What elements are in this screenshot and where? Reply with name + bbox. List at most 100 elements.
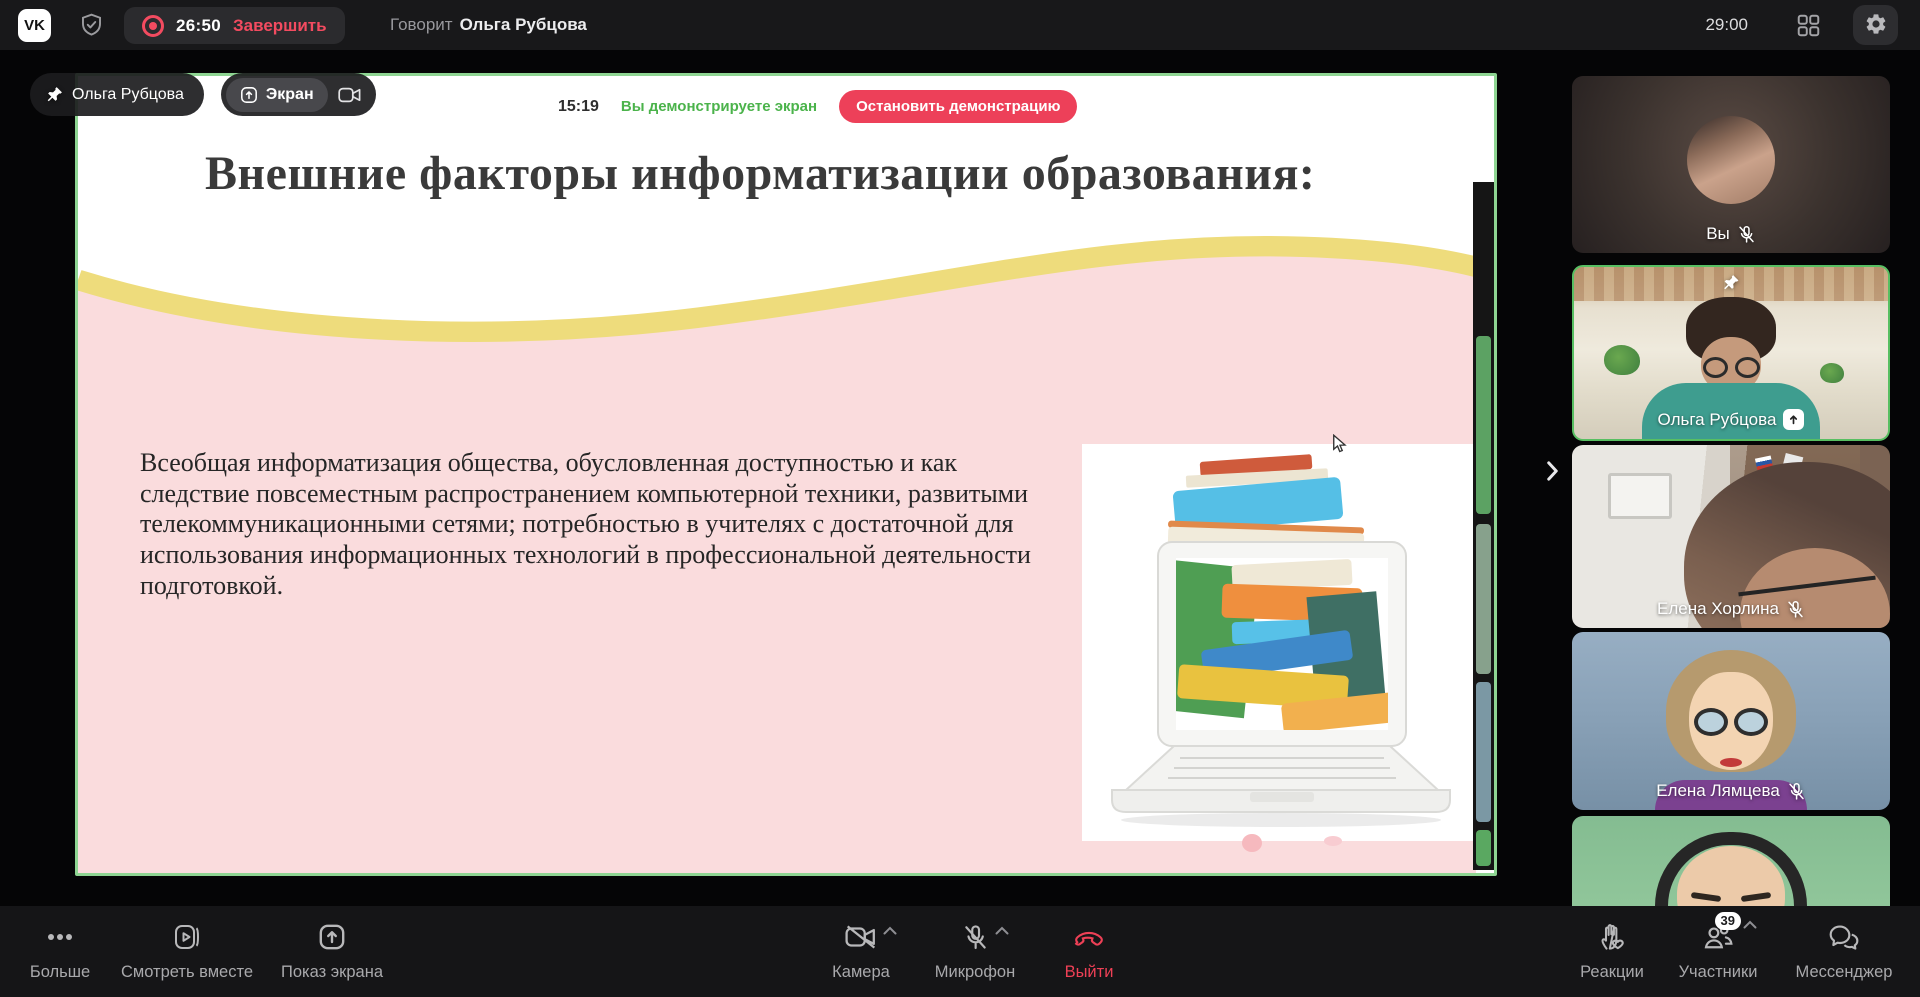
video-background xyxy=(1820,363,1844,383)
sharing-screen-badge-icon xyxy=(1783,409,1804,430)
participant-tile-lyamtseva[interactable]: Елена Лямцева xyxy=(1572,632,1890,810)
recording-timer: 26:50 xyxy=(176,16,221,36)
participants-sidebar: Вы Ольга Рубцова xyxy=(1572,76,1890,906)
video-background xyxy=(1608,473,1672,519)
camera-button[interactable]: Камера xyxy=(806,906,916,983)
chevron-right-icon xyxy=(1546,461,1559,486)
participant-video-figure xyxy=(1702,357,1760,375)
more-label: Больше xyxy=(30,963,90,982)
recording-pill: 26:50 Завершить xyxy=(124,7,345,44)
stage-overlay-pills: Ольга Рубцова Экран xyxy=(30,73,376,116)
screen-tab[interactable]: Экран xyxy=(226,78,328,112)
camera-label: Камера xyxy=(832,963,890,982)
participants-icon: 39 xyxy=(1703,921,1733,953)
settings-button[interactable] xyxy=(1853,5,1898,45)
shared-screen-sidebar-thumbnails xyxy=(1473,182,1494,870)
speaking-prefix: Говорит xyxy=(390,15,453,35)
call-toolbar: Больше Смотреть вместе Показ экрана xyxy=(0,906,1920,997)
participant-tile-partial[interactable] xyxy=(1572,816,1890,906)
participants-button[interactable]: 39 Участники xyxy=(1666,906,1770,983)
chevron-up-icon[interactable] xyxy=(995,923,1009,938)
mic-muted-icon xyxy=(1786,600,1805,619)
microphone-button[interactable]: Микрофон xyxy=(920,906,1030,983)
share-status-bar: 15:19 Вы демонстрируете экран Остановить… xyxy=(558,90,1077,123)
stop-sharing-button[interactable]: Остановить демонстрацию xyxy=(839,90,1077,123)
screen-tab-label: Экран xyxy=(266,86,314,104)
record-dot-icon xyxy=(142,15,164,37)
present-screen-icon xyxy=(318,921,346,953)
messenger-button[interactable]: Мессенджер xyxy=(1774,906,1914,983)
participant-tile-olga[interactable]: Ольга Рубцова xyxy=(1572,265,1890,441)
pin-icon xyxy=(46,86,63,103)
pin-icon xyxy=(1723,274,1740,291)
mic-muted-icon xyxy=(1737,225,1756,244)
participant-tile-horlina[interactable]: Елена Хорлина xyxy=(1572,445,1890,628)
presenter-pill-name: Ольга Рубцова xyxy=(72,86,184,104)
topbar: VK 26:50 Завершить Говорит Ольга Рубцова… xyxy=(0,0,1920,50)
participant-avatar-figure xyxy=(1720,758,1742,767)
reactions-button[interactable]: Реакции xyxy=(1562,906,1662,983)
participant-tile-you[interactable]: Вы xyxy=(1572,76,1890,253)
participant-avatar-figure xyxy=(1694,708,1768,736)
thumbnail xyxy=(1476,336,1491,514)
participants-count-badge: 39 xyxy=(1715,912,1741,930)
call-timer: 29:00 xyxy=(1705,0,1748,50)
reactions-label: Реакции xyxy=(1580,963,1644,982)
microphone-label: Микрофон xyxy=(935,963,1015,982)
finish-recording-button[interactable]: Завершить xyxy=(233,16,327,36)
slide-dot-decoration xyxy=(1242,834,1262,852)
mic-muted-icon xyxy=(1787,782,1806,801)
messenger-label: Мессенджер xyxy=(1796,963,1893,982)
screen-share-view: Внешние факторы информатизации образован… xyxy=(75,73,1497,876)
screen-share-icon xyxy=(240,86,258,104)
slide-dot-decoration xyxy=(1324,836,1342,846)
chevron-up-icon[interactable] xyxy=(1743,917,1757,932)
more-button[interactable]: Больше xyxy=(14,906,106,983)
vk-call-window: VK 26:50 Завершить Говорит Ольга Рубцова… xyxy=(0,0,1920,997)
speaking-name: Ольга Рубцова xyxy=(460,15,587,35)
share-status-text: Вы демонстрируете экран xyxy=(621,98,817,115)
stage: Внешние факторы информатизации образован… xyxy=(0,50,1920,906)
participants-label: Участники xyxy=(1679,963,1758,982)
participant-name: Вы xyxy=(1706,224,1730,244)
reactions-hand-icon xyxy=(1598,921,1626,953)
grid-view-icon[interactable] xyxy=(1797,14,1820,42)
slide-wave-decoration xyxy=(78,226,1476,356)
hangup-phone-icon xyxy=(1074,921,1104,953)
slide-body-text: Всеобщая информатизация общества, обусло… xyxy=(140,448,1045,601)
more-dots-icon xyxy=(47,921,73,953)
screen-source-pill[interactable]: Экран xyxy=(221,73,376,116)
mic-off-icon xyxy=(962,921,989,953)
presentation-slide: Внешние факторы информатизации образован… xyxy=(78,76,1494,873)
participant-name: Елена Лямцева xyxy=(1656,781,1780,801)
chevron-up-icon[interactable] xyxy=(883,923,897,938)
camera-source-icon[interactable] xyxy=(338,86,362,104)
present-screen-button[interactable]: Показ экрана xyxy=(268,906,396,983)
vk-logo-text: VK xyxy=(24,17,45,34)
vk-logo[interactable]: VK xyxy=(18,9,51,42)
leave-call-label: Выйти xyxy=(1065,963,1114,982)
thumbnail xyxy=(1476,682,1491,822)
settings-gear-icon xyxy=(1864,12,1888,39)
watch-together-button[interactable]: Смотреть вместе xyxy=(106,906,268,983)
slide-title: Внешние факторы информатизации образован… xyxy=(205,146,1475,201)
cursor-arrow-icon xyxy=(1332,434,1348,459)
leave-call-button[interactable]: Выйти xyxy=(1034,906,1144,983)
participant-name: Елена Хорлина xyxy=(1657,599,1779,619)
video-background xyxy=(1604,345,1640,375)
avatar xyxy=(1687,116,1775,204)
shield-check-icon[interactable] xyxy=(80,13,103,43)
collapse-sidebar-button[interactable] xyxy=(1537,458,1567,488)
thumbnail xyxy=(1476,830,1491,866)
camera-off-icon xyxy=(845,921,877,953)
present-screen-label: Показ экрана xyxy=(281,963,383,982)
books-laptop-illustration xyxy=(1082,444,1480,841)
speaking-indicator: Говорит Ольга Рубцова xyxy=(390,0,587,50)
participant-name: Ольга Рубцова xyxy=(1658,410,1777,430)
watch-together-label: Смотреть вместе xyxy=(121,963,253,982)
watch-together-icon xyxy=(172,921,202,953)
thumbnail xyxy=(1476,524,1491,674)
messenger-icon xyxy=(1828,921,1860,953)
pinned-presenter-pill[interactable]: Ольга Рубцова xyxy=(30,73,204,116)
shared-screen-clock: 15:19 xyxy=(558,98,599,116)
